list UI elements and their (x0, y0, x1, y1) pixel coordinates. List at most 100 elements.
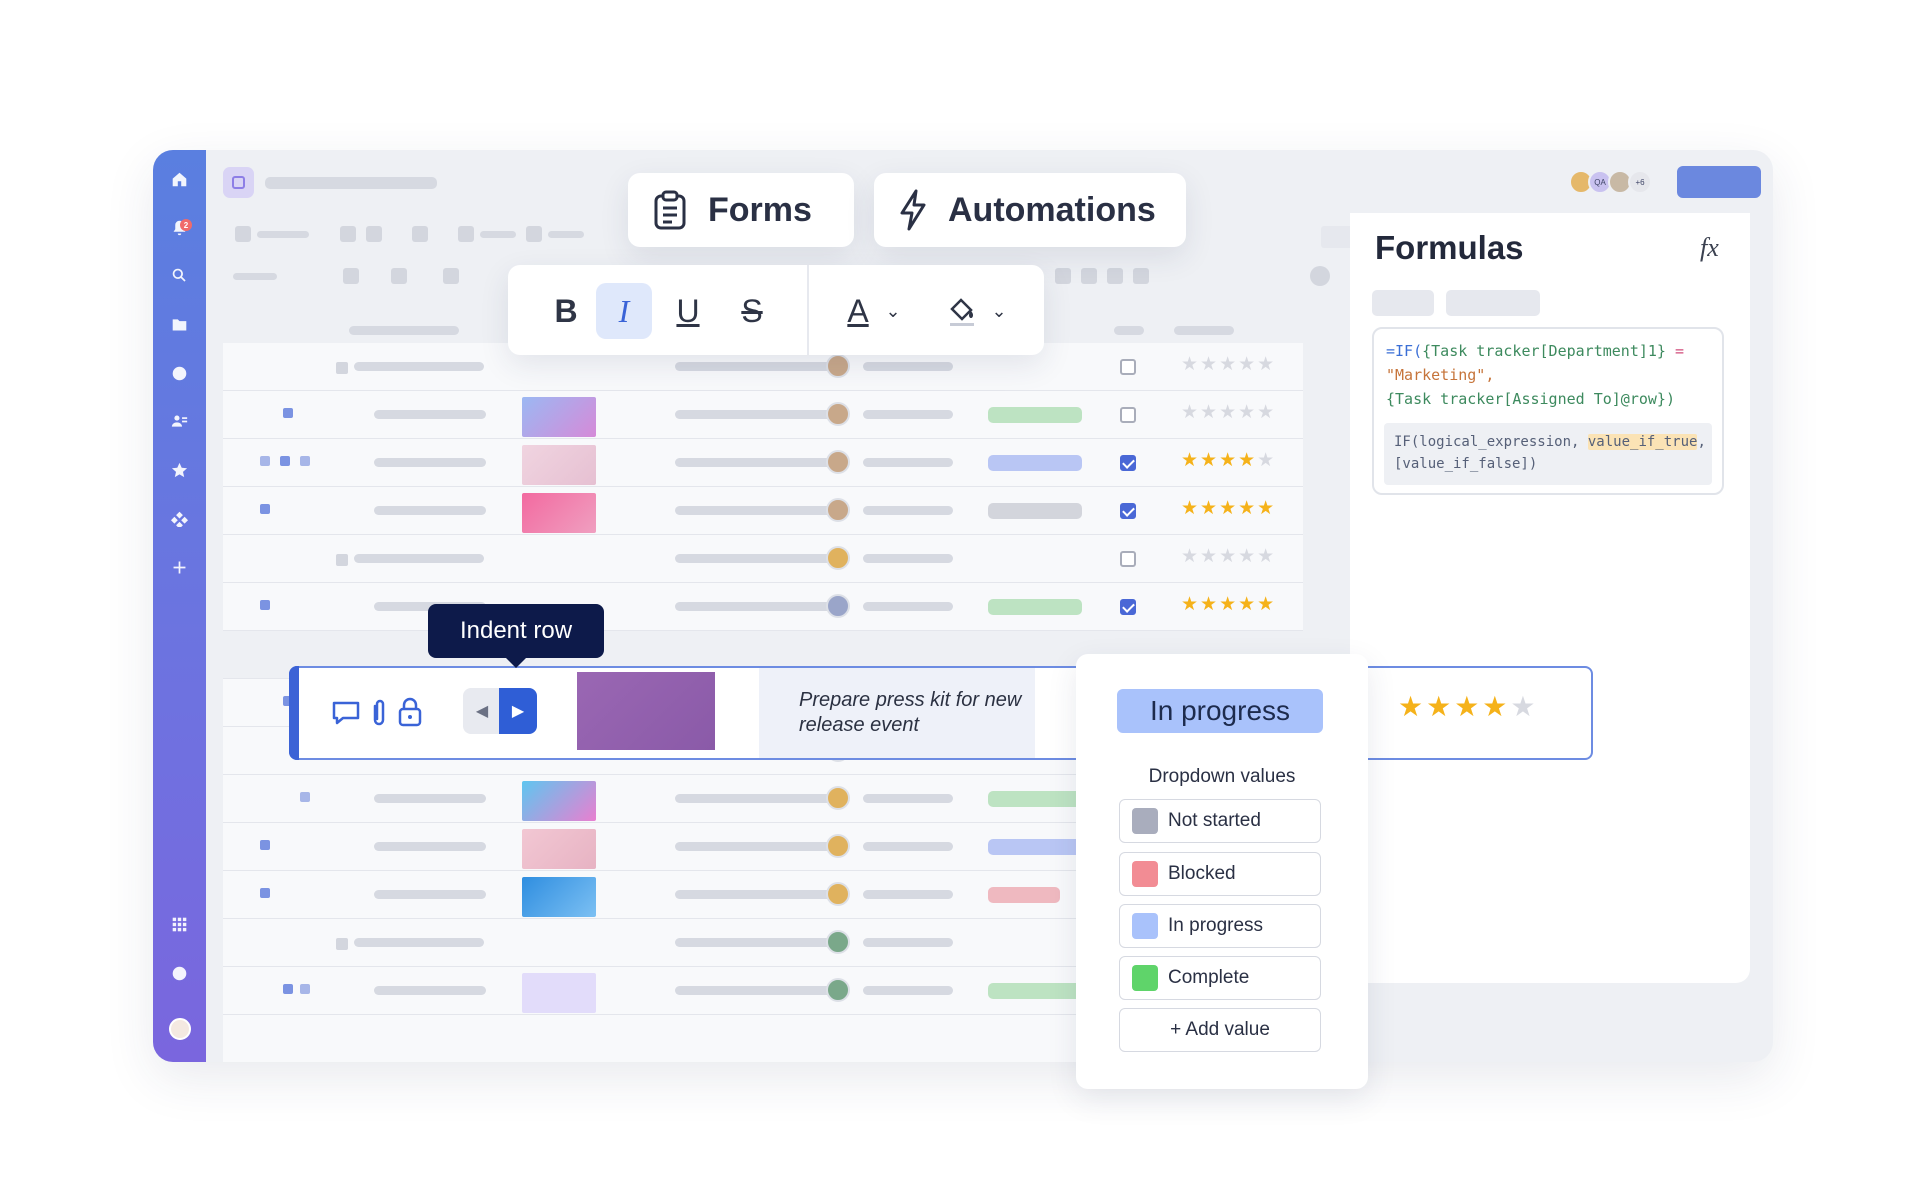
toolbar-placeholder (548, 231, 584, 238)
lock-icon[interactable] (397, 696, 423, 728)
paint-bucket-icon (950, 298, 974, 326)
toolbar-placeholder (443, 268, 459, 284)
dropdown-option-not-started[interactable]: Not started (1119, 799, 1321, 843)
row-checkbox[interactable] (1120, 455, 1136, 471)
toolbar-placeholder (458, 226, 474, 242)
row-rating[interactable]: ★★★★★ (1181, 403, 1276, 422)
underline-button[interactable]: U (660, 283, 716, 339)
toolbar-placeholder (233, 273, 277, 280)
outdent-button[interactable]: ◀ (463, 688, 501, 734)
automations-tab-label: Automations (948, 190, 1156, 229)
comment-icon[interactable] (331, 700, 361, 726)
table-row[interactable]: ★★★★★ (223, 391, 1303, 439)
formula-hint: IF(logical_expression, value_if_true, [v… (1384, 423, 1712, 485)
collapse-toggle[interactable] (336, 554, 348, 566)
folder-icon[interactable] (170, 315, 189, 334)
collaborator-count[interactable]: +6 (1628, 170, 1652, 194)
contacts-icon[interactable] (170, 412, 189, 431)
status-swatch (1132, 808, 1158, 834)
option-label: Not started (1168, 810, 1261, 831)
collapse-toggle[interactable] (336, 938, 348, 950)
search-icon[interactable] (170, 266, 189, 285)
collapse-toggle[interactable] (336, 362, 348, 374)
formula-code: =IF({Task tracker[Department]1} = "Marke… (1386, 342, 1685, 408)
featured-row-rating[interactable]: ★★★★★ (1398, 693, 1539, 721)
toolbar-placeholder (480, 231, 516, 238)
formula-editor[interactable]: =IF({Task tracker[Department]1} = "Marke… (1372, 327, 1724, 495)
grid-icon[interactable] (170, 915, 189, 934)
user-avatar[interactable] (169, 1018, 191, 1040)
italic-button[interactable]: I (596, 283, 652, 339)
option-label: Complete (1168, 967, 1250, 988)
table-row[interactable]: ★★★★★ (223, 535, 1303, 583)
row-checkbox[interactable] (1120, 551, 1136, 567)
formulas-title: Formulas (1375, 229, 1524, 266)
strikethrough-button[interactable]: S (724, 283, 780, 339)
add-value-button[interactable]: + Add value (1119, 1008, 1321, 1052)
automations-tab[interactable]: Automations (874, 173, 1186, 247)
indent-button[interactable]: ▶ (499, 688, 537, 734)
star-icon[interactable] (170, 461, 189, 480)
toolbar-placeholder (366, 226, 382, 242)
row-rating[interactable]: ★★★★★ (1181, 451, 1276, 470)
row-checkbox[interactable] (1120, 599, 1136, 615)
sheet-icon (223, 167, 254, 198)
forms-tab[interactable]: Forms (628, 173, 854, 247)
option-label: Blocked (1168, 863, 1236, 884)
help-icon[interactable] (170, 964, 189, 983)
row-rating[interactable]: ★★★★★ (1181, 595, 1276, 614)
row-checkbox[interactable] (1120, 359, 1136, 375)
plus-icon[interactable] (170, 558, 189, 577)
forms-tab-label: Forms (708, 190, 812, 229)
option-label: In progress (1168, 915, 1264, 936)
product-image[interactable] (577, 672, 715, 750)
table-row[interactable]: ★★★★★ (223, 439, 1303, 487)
notification-badge: 2 (180, 219, 192, 231)
home-icon[interactable] (170, 170, 189, 189)
collapse-toolbar-button[interactable] (1310, 266, 1330, 286)
status-chip[interactable]: In progress (1117, 689, 1323, 733)
status-swatch (1132, 965, 1158, 991)
row-rating[interactable]: ★★★★★ (1181, 547, 1276, 566)
status-swatch (1132, 913, 1158, 939)
row-rating[interactable]: ★★★★★ (1181, 499, 1276, 518)
function-icon[interactable]: fx (1700, 233, 1719, 263)
clock-icon[interactable] (170, 364, 189, 383)
table-row[interactable]: ★★★★★ (223, 487, 1303, 535)
sheet-title-placeholder (265, 177, 437, 189)
formatting-toolbar: B I U S A ⌄ ⌄ (508, 265, 1044, 355)
table-row[interactable]: ★★★★★ (223, 583, 1303, 631)
toolbar-placeholder (340, 226, 356, 242)
toolbar-placeholder (526, 226, 542, 242)
apps-icon[interactable] (170, 509, 189, 528)
toolbar-placeholder (343, 268, 359, 284)
column-header (1114, 326, 1144, 335)
share-button[interactable] (1677, 166, 1761, 198)
row-rating[interactable]: ★★★★★ (1181, 355, 1276, 374)
fill-color-button[interactable] (934, 283, 990, 339)
toolbar-placeholder (1107, 268, 1123, 284)
chevron-down-icon[interactable]: ⌄ (984, 283, 1014, 339)
dropdown-option-complete[interactable]: Complete (1119, 956, 1321, 1000)
task-name-cell[interactable]: Prepare press kit for new release event (759, 668, 1035, 758)
column-header (349, 326, 459, 335)
row-selection-bar (289, 666, 299, 760)
formula-tab-placeholder (1372, 290, 1434, 316)
bold-button[interactable]: B (538, 283, 594, 339)
toolbar-placeholder (412, 226, 428, 242)
dropdown-option-in-progress[interactable]: In progress (1119, 904, 1321, 948)
clipboard-icon (654, 190, 686, 230)
left-rail: 2 (153, 150, 206, 1062)
lightning-icon (900, 189, 926, 231)
toolbar-placeholder (257, 231, 309, 238)
row-checkbox[interactable] (1120, 503, 1136, 519)
status-dropdown: In progress Dropdown values Not started … (1076, 654, 1368, 1089)
chevron-down-icon[interactable]: ⌄ (878, 283, 908, 339)
dropdown-option-blocked[interactable]: Blocked (1119, 852, 1321, 896)
toolbar-placeholder (1055, 268, 1071, 284)
attachment-icon[interactable] (369, 698, 389, 728)
dropdown-values-title: Dropdown values (1148, 766, 1296, 787)
row-checkbox[interactable] (1120, 407, 1136, 423)
toolbar-placeholder (235, 226, 251, 242)
toolbar-placeholder (1133, 268, 1149, 284)
